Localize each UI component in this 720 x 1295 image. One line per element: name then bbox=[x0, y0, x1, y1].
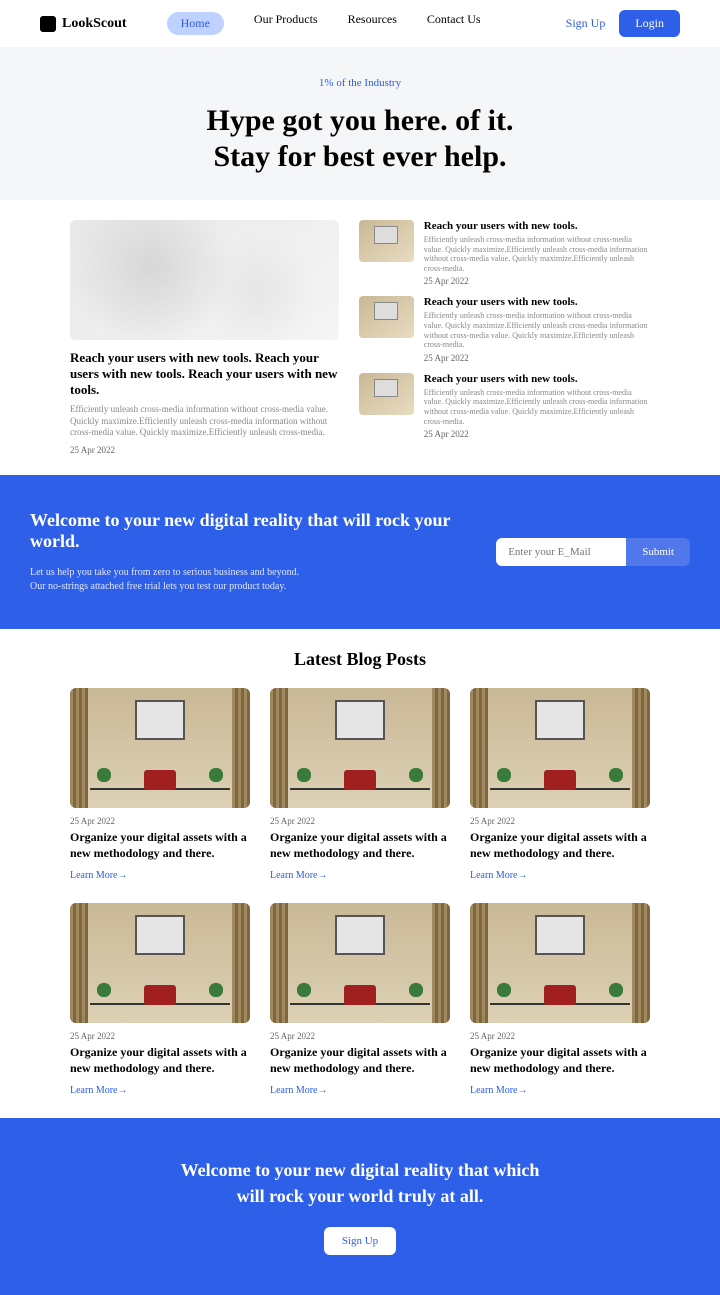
email-input[interactable] bbox=[496, 538, 626, 566]
blog-card[interactable]: 25 Apr 2022 Organize your digital assets… bbox=[470, 903, 650, 1098]
blog-card-title: Organize your digital assets with a new … bbox=[270, 1045, 450, 1076]
blog-card-image bbox=[270, 688, 450, 808]
side-card[interactable]: Reach your users with new tools. Efficie… bbox=[359, 373, 650, 439]
side-card-title: Reach your users with new tools. bbox=[424, 296, 650, 308]
blog-card-date: 25 Apr 2022 bbox=[270, 816, 450, 826]
nav-home[interactable]: Home bbox=[167, 12, 224, 35]
side-card-date: 25 Apr 2022 bbox=[424, 353, 650, 363]
featured-content: Reach your users with new tools. Reach y… bbox=[0, 200, 720, 475]
learn-more-link[interactable]: Learn More→ bbox=[70, 870, 127, 881]
blog-card-image bbox=[70, 903, 250, 1023]
blog-card-date: 25 Apr 2022 bbox=[70, 1031, 250, 1041]
blog-card-image bbox=[470, 688, 650, 808]
top-nav: LookScout Home Our Products Resources Co… bbox=[0, 0, 720, 47]
blog-card[interactable]: 25 Apr 2022 Organize your digital assets… bbox=[470, 688, 650, 883]
blog-card[interactable]: 25 Apr 2022 Organize your digital assets… bbox=[270, 903, 450, 1098]
side-card-body: Efficiently unleash cross-media informat… bbox=[424, 388, 650, 426]
nav-resources[interactable]: Resources bbox=[348, 12, 397, 35]
hero-tag: 1% of the Industry bbox=[0, 77, 720, 89]
featured-big-title: Reach your users with new tools. Reach y… bbox=[70, 350, 339, 398]
side-card-date: 25 Apr 2022 bbox=[424, 429, 650, 439]
bottom-signup-button[interactable]: Sign Up bbox=[324, 1227, 396, 1255]
side-card-image bbox=[359, 373, 414, 415]
blog-card-title: Organize your digital assets with a new … bbox=[70, 830, 250, 861]
cta-title: Welcome to your new digital reality that… bbox=[30, 510, 496, 552]
blog-section-title: Latest Blog Posts bbox=[70, 649, 650, 670]
side-card[interactable]: Reach your users with new tools. Efficie… bbox=[359, 220, 650, 286]
side-card-image bbox=[359, 296, 414, 338]
blog-card-date: 25 Apr 2022 bbox=[70, 816, 250, 826]
learn-more-link[interactable]: Learn More→ bbox=[470, 870, 527, 881]
featured-big-body: Efficiently unleash cross-media informat… bbox=[70, 404, 339, 439]
blog-section: Latest Blog Posts 25 Apr 2022 Organize y… bbox=[0, 629, 720, 1118]
hero-title: Hype got you here. of it. Stay for best … bbox=[0, 103, 720, 175]
featured-big-date: 25 Apr 2022 bbox=[70, 445, 339, 455]
blog-card-date: 25 Apr 2022 bbox=[470, 816, 650, 826]
learn-more-link[interactable]: Learn More→ bbox=[70, 1085, 127, 1096]
side-card-date: 25 Apr 2022 bbox=[424, 276, 650, 286]
hero: 1% of the Industry Hype got you here. of… bbox=[0, 47, 720, 200]
blog-card-date: 25 Apr 2022 bbox=[270, 1031, 450, 1041]
blog-grid: 25 Apr 2022 Organize your digital assets… bbox=[70, 688, 650, 1098]
submit-button[interactable]: Submit bbox=[626, 538, 690, 566]
blog-card-title: Organize your digital assets with a new … bbox=[470, 1045, 650, 1076]
bottom-cta: Welcome to your new digital reality that… bbox=[0, 1118, 720, 1294]
logo[interactable]: LookScout bbox=[40, 16, 127, 32]
cta-body: Let us help you take you from zero to se… bbox=[30, 566, 496, 594]
blog-card-title: Organize your digital assets with a new … bbox=[70, 1045, 250, 1076]
blog-card-date: 25 Apr 2022 bbox=[470, 1031, 650, 1041]
blog-card[interactable]: 25 Apr 2022 Organize your digital assets… bbox=[70, 903, 250, 1098]
blog-card-title: Organize your digital assets with a new … bbox=[470, 830, 650, 861]
logo-icon bbox=[40, 16, 56, 32]
side-card-image bbox=[359, 220, 414, 262]
blog-card-image bbox=[470, 903, 650, 1023]
featured-big-card[interactable]: Reach your users with new tools. Reach y… bbox=[70, 220, 339, 455]
blog-card-title: Organize your digital assets with a new … bbox=[270, 830, 450, 861]
featured-side-list: Reach your users with new tools. Efficie… bbox=[359, 220, 650, 455]
cta-banner: Welcome to your new digital reality that… bbox=[0, 475, 720, 629]
side-card-body: Efficiently unleash cross-media informat… bbox=[424, 235, 650, 273]
featured-big-image bbox=[70, 220, 339, 340]
nav-links: Home Our Products Resources Contact Us bbox=[167, 12, 481, 35]
side-card-title: Reach your users with new tools. bbox=[424, 373, 650, 385]
bottom-cta-title: Welcome to your new digital reality that… bbox=[20, 1158, 700, 1208]
nav-products[interactable]: Our Products bbox=[254, 12, 318, 35]
signup-link[interactable]: Sign Up bbox=[566, 16, 606, 31]
nav-contact[interactable]: Contact Us bbox=[427, 12, 481, 35]
side-card-title: Reach your users with new tools. bbox=[424, 220, 650, 232]
logo-text: LookScout bbox=[62, 16, 127, 32]
blog-card-image bbox=[70, 688, 250, 808]
side-card-body: Efficiently unleash cross-media informat… bbox=[424, 311, 650, 349]
blog-card[interactable]: 25 Apr 2022 Organize your digital assets… bbox=[270, 688, 450, 883]
learn-more-link[interactable]: Learn More→ bbox=[270, 870, 327, 881]
learn-more-link[interactable]: Learn More→ bbox=[270, 1085, 327, 1096]
side-card[interactable]: Reach your users with new tools. Efficie… bbox=[359, 296, 650, 362]
blog-card-image bbox=[270, 903, 450, 1023]
blog-card[interactable]: 25 Apr 2022 Organize your digital assets… bbox=[70, 688, 250, 883]
learn-more-link[interactable]: Learn More→ bbox=[470, 1085, 527, 1096]
login-button[interactable]: Login bbox=[619, 10, 680, 37]
